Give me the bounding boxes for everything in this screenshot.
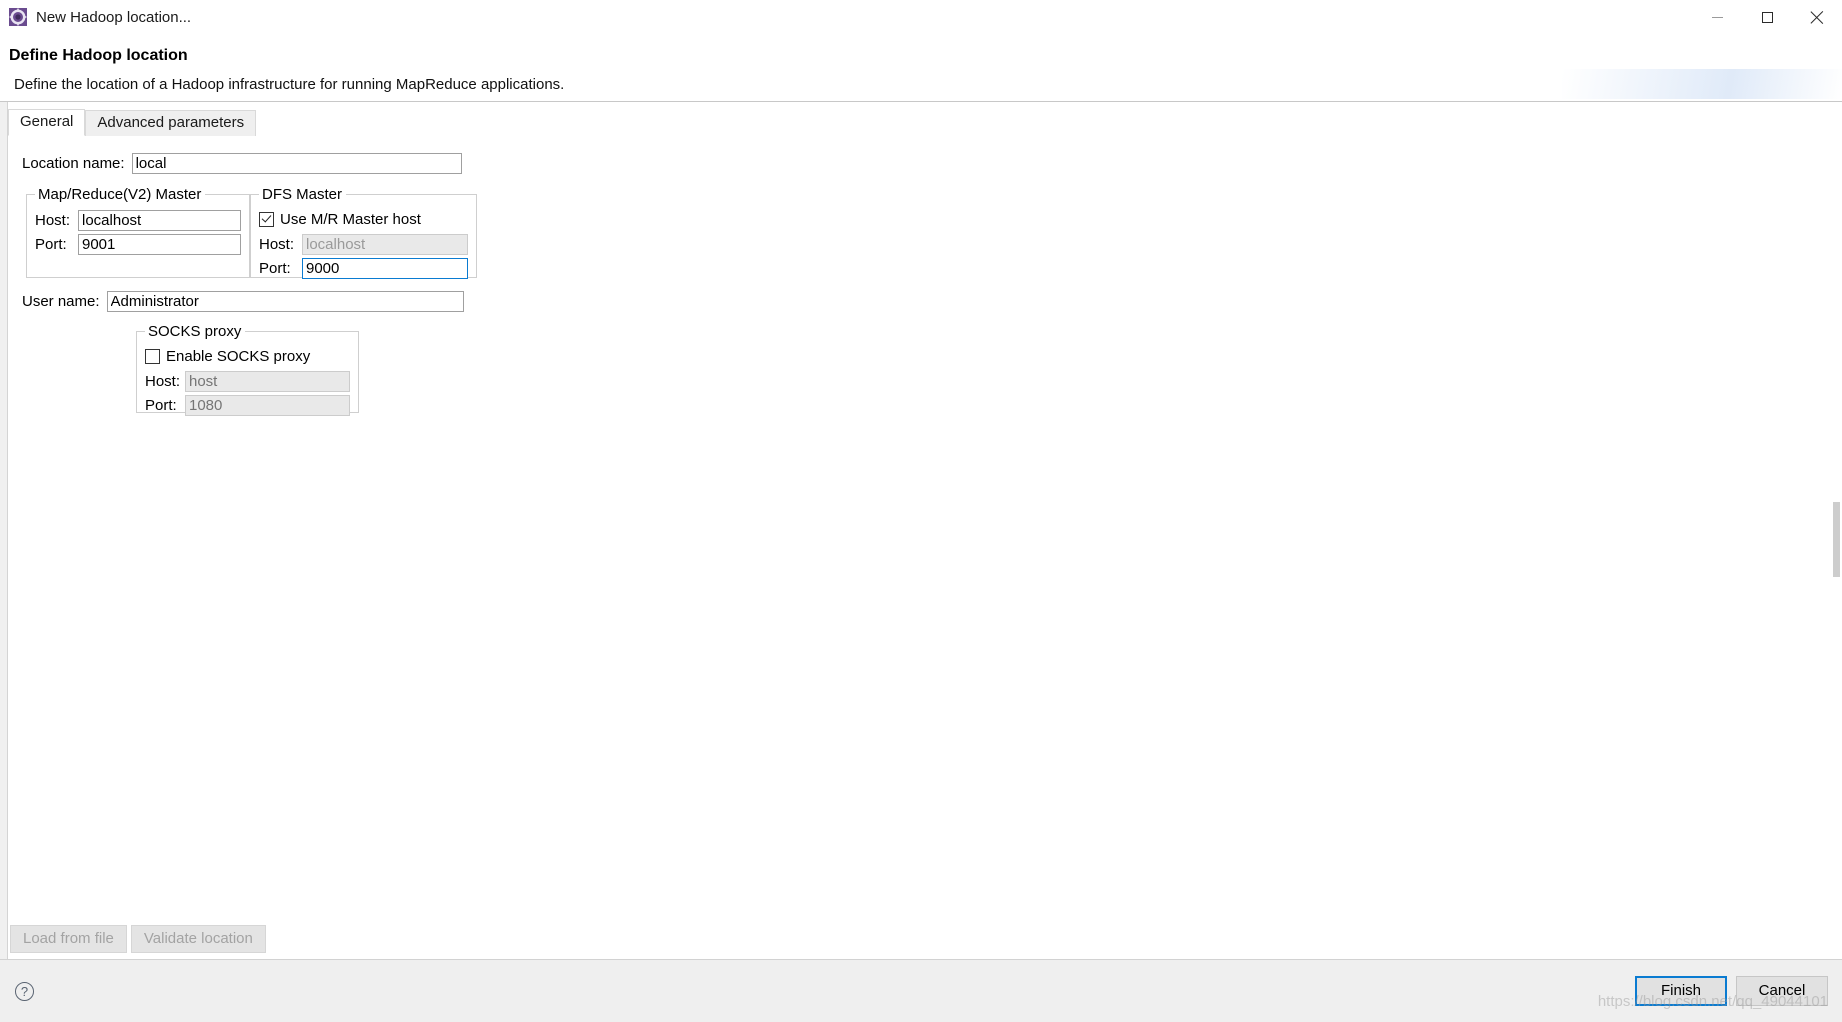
user-name-row: User name: <box>22 290 1834 312</box>
location-name-input[interactable] <box>131 152 462 174</box>
maximize-icon <box>1761 11 1773 23</box>
mr-port-label: Port: <box>35 235 67 253</box>
left-rail <box>0 102 8 961</box>
user-name-label: User name: <box>22 292 100 310</box>
close-button[interactable] <box>1792 0 1842 34</box>
mr-host-label: Host: <box>35 211 71 229</box>
socks-proxy-group: SOCKS proxy Enable SOCKS proxy Host: Por… <box>136 323 359 416</box>
wizard-header: Define Hadoop location Define the locati… <box>0 35 1842 101</box>
dfs-host-input <box>302 233 468 255</box>
location-name-label: Location name: <box>22 154 125 172</box>
location-name-row: Location name: <box>22 152 1834 174</box>
close-icon <box>1811 11 1824 24</box>
hadoop-elephant-icon <box>9 8 27 26</box>
dfs-port-label: Port: <box>259 259 291 277</box>
mapreduce-master-group: Map/Reduce(V2) Master Host: Port: <box>26 186 250 278</box>
finish-button[interactable]: Finish <box>1635 976 1727 1006</box>
socks-port-row: Port: <box>145 393 350 417</box>
mr-port-row: Port: <box>35 232 241 256</box>
help-icon[interactable]: ? <box>15 981 34 1001</box>
maximize-button[interactable] <box>1742 0 1792 34</box>
enable-socks-proxy-checkbox[interactable] <box>145 348 160 364</box>
tab-advanced-parameters[interactable]: Advanced parameters <box>85 110 257 136</box>
wizard-content: General Advanced parameters Location nam… <box>0 101 1842 961</box>
window-title: New Hadoop location... <box>36 8 192 26</box>
use-mr-master-host-checkbox[interactable] <box>259 211 274 227</box>
minimize-button[interactable] <box>1692 0 1742 34</box>
socks-host-label: Host: <box>145 372 181 390</box>
use-mr-master-host-label: Use M/R Master host <box>280 210 421 228</box>
enable-socks-proxy-row[interactable]: Enable SOCKS proxy <box>145 345 350 367</box>
mr-host-input[interactable] <box>78 209 241 231</box>
minimize-icon <box>1711 16 1723 18</box>
master-groups: Map/Reduce(V2) Master Host: Port: DFS Ma… <box>26 186 1834 280</box>
page-description: Define the location of a Hadoop infrastr… <box>14 76 565 93</box>
dfs-master-legend: DFS Master <box>262 186 343 203</box>
socks-host-input <box>185 370 350 392</box>
dfs-host-label: Host: <box>259 235 295 253</box>
mr-host-row: Host: <box>35 208 241 232</box>
user-name-input[interactable] <box>106 290 464 312</box>
window-controls <box>1692 0 1842 34</box>
footer-buttons: Finish Cancel <box>1635 976 1828 1006</box>
mapreduce-master-legend: Map/Reduce(V2) Master <box>38 186 202 203</box>
enable-socks-proxy-label: Enable SOCKS proxy <box>166 347 311 365</box>
socks-port-label: Port: <box>145 396 177 414</box>
socks-host-row: Host: <box>145 369 350 393</box>
dfs-port-row: Port: <box>259 256 468 280</box>
socks-proxy-legend: SOCKS proxy <box>148 323 242 340</box>
tab-bar: General Advanced parameters <box>8 109 257 136</box>
lower-action-buttons: Load from file Validate location <box>10 925 266 953</box>
general-tab-panel: Location name: Map/Reduce(V2) Master Hos… <box>8 136 1834 416</box>
title-bar: New Hadoop location... <box>0 0 1842 35</box>
tab-general[interactable]: General <box>8 109 86 136</box>
page-title: Define Hadoop location <box>9 47 188 64</box>
dfs-port-input[interactable] <box>302 257 468 279</box>
socks-port-input <box>185 394 350 416</box>
vertical-scrollbar-thumb[interactable] <box>1833 502 1840 577</box>
load-from-file-button: Load from file <box>10 925 127 953</box>
validate-location-button: Validate location <box>130 925 266 953</box>
dfs-master-group: DFS Master Use M/R Master host Host: Por… <box>250 186 477 280</box>
mr-port-input[interactable] <box>78 233 241 255</box>
dialog-footer: ? Finish Cancel https://blog.csdn.net/qq… <box>0 959 1842 1022</box>
cancel-button[interactable]: Cancel <box>1736 976 1828 1006</box>
use-mr-master-host-row[interactable]: Use M/R Master host <box>259 208 468 230</box>
dfs-host-row: Host: <box>259 232 468 256</box>
socks-proxy-wrapper: SOCKS proxy Enable SOCKS proxy Host: Por… <box>136 323 1834 416</box>
